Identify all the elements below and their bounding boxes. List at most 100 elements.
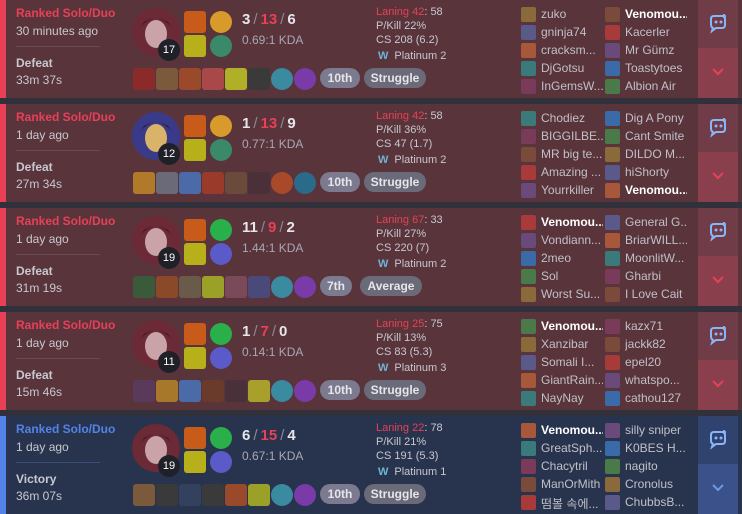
secondary-rune-icon[interactable] (210, 451, 232, 473)
ignite-spell-icon[interactable] (184, 35, 206, 57)
item-slot[interactable] (248, 172, 270, 194)
item-slot[interactable] (133, 172, 155, 194)
player-name[interactable]: Cant Smite (625, 129, 687, 143)
item-slot[interactable] (202, 484, 224, 506)
player-name[interactable]: 2meo (541, 251, 603, 265)
player-name[interactable]: NayNay (541, 391, 603, 405)
player-name[interactable]: Albion Air (625, 79, 687, 93)
player-name[interactable]: Cronolus (625, 477, 687, 491)
player-name[interactable]: hiShorty (625, 165, 687, 179)
keystone-rune-icon[interactable] (210, 323, 232, 345)
trinket-item-icon[interactable] (294, 484, 316, 506)
player-entry[interactable]: 2meo (521, 250, 603, 267)
chevron-down-icon[interactable] (710, 64, 726, 80)
player-name[interactable]: Worst Su... (541, 287, 603, 301)
share-icon[interactable] (707, 116, 729, 138)
player-name[interactable]: K0BES H... (625, 441, 687, 455)
player-name[interactable]: epel20 (625, 355, 687, 369)
ignite-spell-icon[interactable] (184, 243, 206, 265)
player-entry[interactable]: cathou127 (605, 390, 687, 407)
player-name[interactable]: nagito (625, 459, 687, 473)
player-entry[interactable]: NayNay (521, 390, 603, 407)
player-name[interactable]: Xanzibar (541, 337, 603, 351)
item-slot[interactable] (248, 484, 270, 506)
item-slot[interactable] (248, 276, 270, 298)
player-name[interactable]: Vondiann... (541, 233, 603, 247)
player-name[interactable]: ChubbsB... (625, 495, 687, 509)
item-slot[interactable] (225, 276, 247, 298)
player-entry[interactable]: Venomou... (521, 422, 603, 439)
trinket-item-icon[interactable] (294, 276, 316, 298)
item-slot[interactable] (156, 68, 178, 90)
trinket-item-icon[interactable] (294, 172, 316, 194)
item-slot[interactable] (271, 68, 293, 90)
player-entry[interactable]: Albion Air (605, 78, 687, 95)
player-name[interactable]: Venomou... (625, 183, 687, 197)
player-name[interactable]: General G... (625, 215, 687, 229)
player-name[interactable]: Venomou... (541, 319, 603, 333)
keystone-rune-icon[interactable] (210, 11, 232, 33)
player-name[interactable]: whatspo... (625, 373, 687, 387)
trinket-item-icon[interactable] (294, 68, 316, 90)
player-name[interactable]: InGemsW... (541, 79, 603, 93)
item-slot[interactable] (202, 276, 224, 298)
player-name[interactable]: Gharbi (625, 269, 687, 283)
player-entry[interactable]: epel20 (605, 354, 687, 371)
ignite-spell-icon[interactable] (184, 347, 206, 369)
player-entry[interactable]: cracksm... (521, 42, 603, 59)
player-name[interactable]: ManOrMith (541, 477, 603, 491)
item-slot[interactable] (248, 380, 270, 402)
player-name[interactable]: Mr Gümz (625, 43, 687, 57)
share-icon[interactable] (707, 220, 729, 242)
flash-spell-icon[interactable] (184, 11, 206, 33)
secondary-rune-icon[interactable] (210, 35, 232, 57)
player-name[interactable]: Somali I... (541, 355, 603, 369)
item-slot[interactable] (271, 172, 293, 194)
player-name[interactable]: MR big te... (541, 147, 603, 161)
player-entry[interactable]: GreatSph... (521, 440, 603, 457)
player-name[interactable]: cracksm... (541, 43, 603, 57)
chevron-down-icon[interactable] (710, 376, 726, 392)
item-slot[interactable] (248, 68, 270, 90)
player-name[interactable]: GreatSph... (541, 441, 603, 455)
player-name[interactable]: GiantRain... (541, 373, 603, 387)
share-icon[interactable] (707, 12, 729, 34)
flash-spell-icon[interactable] (184, 219, 206, 241)
chevron-down-icon[interactable] (710, 272, 726, 288)
chevron-down-icon[interactable] (710, 168, 726, 184)
player-entry[interactable]: Chacytril (521, 458, 603, 475)
secondary-rune-icon[interactable] (210, 243, 232, 265)
player-name[interactable]: zuko (541, 7, 603, 21)
player-entry[interactable]: Somali I... (521, 354, 603, 371)
player-name[interactable]: DILDO M... (625, 147, 687, 161)
player-entry[interactable]: MoonlitW... (605, 250, 687, 267)
player-entry[interactable]: hiShorty (605, 164, 687, 181)
player-name[interactable]: Venomou... (541, 215, 603, 229)
item-slot[interactable] (156, 172, 178, 194)
item-slot[interactable] (179, 68, 201, 90)
player-name[interactable]: Venomou... (541, 423, 603, 437)
match-card[interactable]: Ranked Solo/Duo 1 day ago Defeat 31m 19s 19 1… (0, 208, 742, 306)
player-entry[interactable]: InGemsW... (521, 78, 603, 95)
keystone-rune-icon[interactable] (210, 219, 232, 241)
player-name[interactable]: DjGotsu (541, 61, 603, 75)
player-entry[interactable]: Venomou... (605, 182, 687, 199)
player-name[interactable]: jackk82 (625, 337, 687, 351)
match-card[interactable]: Ranked Solo/Duo 1 day ago Defeat 15m 46s 11 1… (0, 312, 742, 410)
item-slot[interactable] (225, 172, 247, 194)
flash-spell-icon[interactable] (184, 427, 206, 449)
ignite-spell-icon[interactable] (184, 451, 206, 473)
keystone-rune-icon[interactable] (210, 427, 232, 449)
player-name[interactable]: gninja74 (541, 25, 603, 39)
player-entry[interactable]: nagito (605, 458, 687, 475)
secondary-rune-icon[interactable] (210, 139, 232, 161)
player-entry[interactable]: Venomou... (521, 214, 603, 231)
player-name[interactable]: I Love Cait (625, 287, 687, 301)
player-entry[interactable]: gninja74 (521, 24, 603, 41)
trinket-item-icon[interactable] (294, 380, 316, 402)
player-entry[interactable]: I Love Cait (605, 286, 687, 303)
item-slot[interactable] (156, 276, 178, 298)
player-entry[interactable]: K0BES H... (605, 440, 687, 457)
player-entry[interactable]: Chodiez (521, 110, 603, 127)
item-slot[interactable] (156, 484, 178, 506)
